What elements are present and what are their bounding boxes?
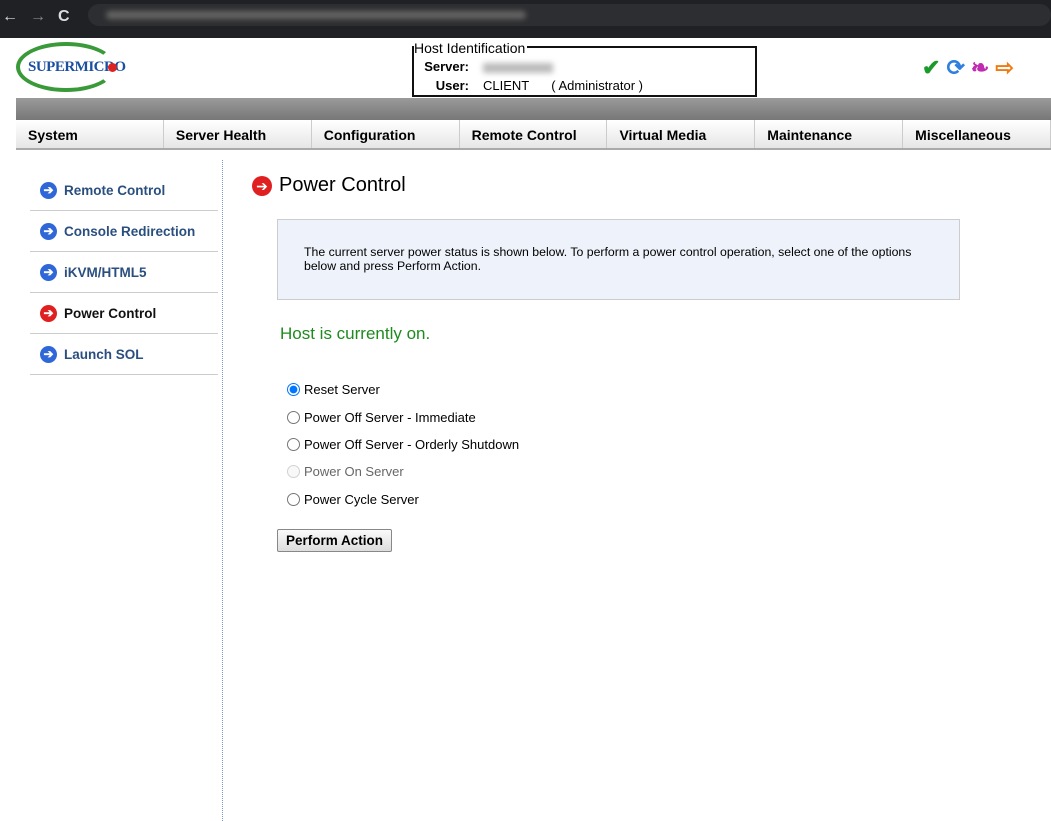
option-label: Reset Server <box>304 382 380 398</box>
menu-server-health[interactable]: Server Health <box>164 120 312 148</box>
sidebar: ➔ Remote Control ➔ Console Redirection ➔ iK… <box>30 170 218 375</box>
option-power-off-orderly[interactable]: Power Off Server - Orderly Shutdown <box>286 431 519 458</box>
option-label: Power Off Server - Orderly Shutdown <box>304 436 520 452</box>
reset-server-radio[interactable] <box>287 383 300 397</box>
logout-icon[interactable]: ⇨ <box>995 55 1013 81</box>
sidebar-item-label: Console Redirection <box>64 223 196 239</box>
menu-virtual-media[interactable]: Virtual Media <box>607 120 756 148</box>
arrow-icon: ➔ <box>40 181 57 199</box>
refresh-icon[interactable]: ⟳ <box>946 55 964 81</box>
browser-toolbar: ← → C <box>0 0 1051 38</box>
sidebar-item-label: iKVM/HTML5 <box>64 264 147 280</box>
sidebar-item-console-redirection[interactable]: ➔ Console Redirection <box>30 211 218 252</box>
power-on-radio <box>287 465 300 479</box>
page-title: ➔ Power Control <box>252 174 406 197</box>
feather-icon[interactable]: ❧ <box>971 55 989 81</box>
menu-remote-control[interactable]: Remote Control <box>460 120 608 148</box>
option-label: Power Cycle Server <box>304 491 419 507</box>
check-status-icon[interactable]: ✔ <box>922 55 940 81</box>
reload-button[interactable]: C <box>58 8 70 26</box>
menu-maintenance[interactable]: Maintenance <box>755 120 904 148</box>
supermicro-logo: SUPERMICRO <box>16 42 126 92</box>
sidebar-item-label: Remote Control <box>64 182 166 198</box>
host-identification-legend: Host Identification <box>414 40 528 56</box>
power-cycle-radio[interactable] <box>287 492 300 506</box>
sidebar-item-remote-control[interactable]: ➔ Remote Control <box>30 170 218 211</box>
arrow-icon: ➔ <box>40 222 57 240</box>
option-label: Power Off Server - Immediate <box>304 409 476 425</box>
power-off-orderly-radio[interactable] <box>287 437 300 451</box>
host-identification: Host Identification Server: User: CLIENT (… <box>412 40 757 97</box>
page-title-text: Power Control <box>279 174 406 196</box>
forward-button[interactable]: → <box>30 8 46 26</box>
header-icons: ✔ ⟳ ❧ ⇨ <box>922 55 1014 81</box>
menu-system[interactable]: System <box>16 120 164 148</box>
sidebar-item-label: Power Control <box>64 305 157 321</box>
menu-miscellaneous[interactable]: Miscellaneous <box>903 120 1051 148</box>
main-menu: System Server Health Configuration Remot… <box>16 120 1051 150</box>
sidebar-item-ikvm-html5[interactable]: ➔ iKVM/HTML5 <box>30 252 218 293</box>
option-power-on: Power On Server <box>286 458 519 485</box>
arrow-icon: ➔ <box>40 263 57 281</box>
option-power-off-immediate[interactable]: Power Off Server - Immediate <box>286 403 519 430</box>
back-button[interactable]: ← <box>2 8 18 26</box>
option-power-cycle[interactable]: Power Cycle Server <box>286 486 519 513</box>
power-off-immediate-radio[interactable] <box>287 410 300 424</box>
perform-action-button[interactable]: Perform Action <box>277 529 392 552</box>
option-label: Power On Server <box>304 464 404 480</box>
arrow-icon: ➔ <box>40 304 57 322</box>
server-label: Server: <box>424 59 469 74</box>
sidebar-item-power-control[interactable]: ➔ Power Control <box>30 293 218 334</box>
user-value: CLIENT <box>483 78 530 93</box>
sidebar-divider <box>222 160 223 821</box>
menu-configuration[interactable]: Configuration <box>312 120 460 148</box>
address-bar[interactable] <box>88 4 1051 26</box>
server-value <box>483 62 553 73</box>
user-label: User: <box>435 78 469 93</box>
user-role: ( Administrator ) <box>551 78 643 93</box>
sidebar-item-launch-sol[interactable]: ➔ Launch SOL <box>30 334 218 375</box>
arrow-icon: ➔ <box>252 175 272 196</box>
sidebar-item-label: Launch SOL <box>64 346 144 362</box>
info-box: The current server power status is shown… <box>277 219 960 300</box>
arrow-icon: ➔ <box>40 345 57 363</box>
power-options: Reset Server Power Off Server - Immediat… <box>286 376 519 513</box>
header-band <box>16 98 1051 120</box>
power-status: Host is currently on. <box>280 324 431 343</box>
option-reset-server[interactable]: Reset Server <box>286 376 519 403</box>
